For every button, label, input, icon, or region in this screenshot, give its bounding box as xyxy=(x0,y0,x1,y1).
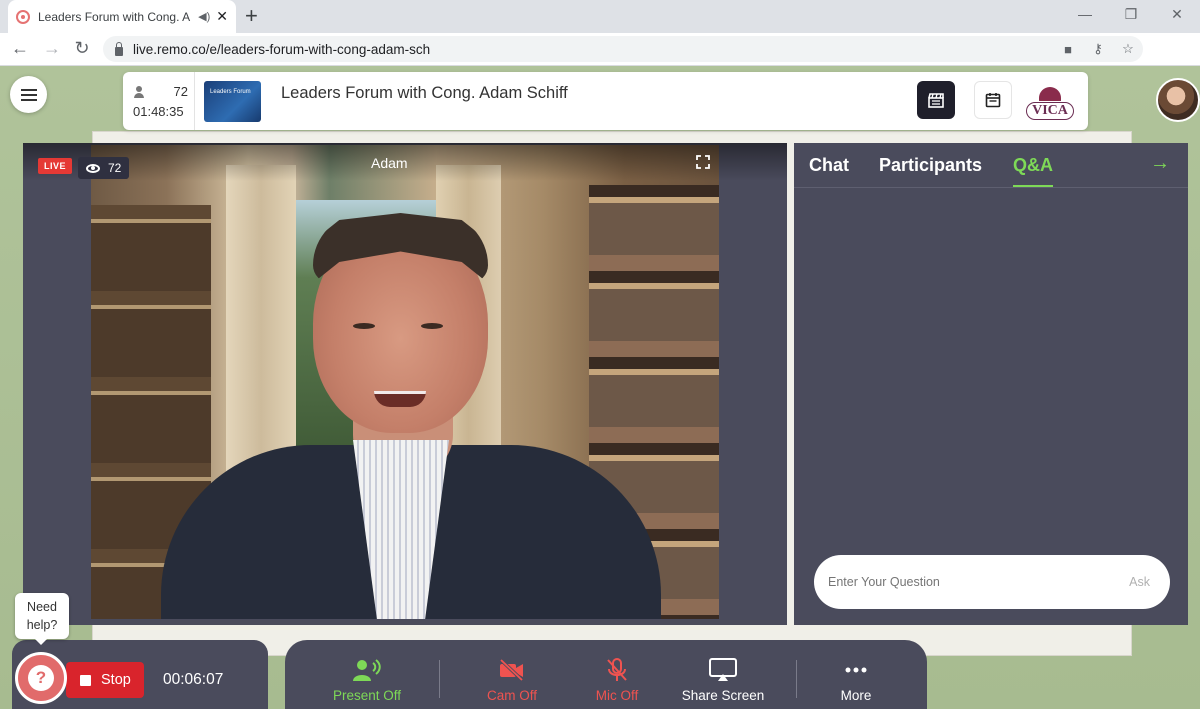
share-screen-icon xyxy=(709,658,737,681)
app-root: Leaders Forum with Cong. A ◀) ✕ + — ❐ ✕ … xyxy=(0,0,1200,709)
calendar-icon xyxy=(985,93,1001,108)
new-tab-button[interactable]: + xyxy=(245,4,258,28)
event-stats: 72 01:48:35 xyxy=(133,82,188,122)
panel-tabs: Chat Participants Q&A → xyxy=(794,143,1188,188)
share-screen-label: Share Screen xyxy=(681,688,765,703)
live-badge: LIVE xyxy=(38,158,73,174)
fullscreen-icon[interactable] xyxy=(696,155,710,169)
minimize-icon[interactable]: — xyxy=(1062,0,1108,30)
speaker-mouth xyxy=(374,391,426,407)
present-button[interactable]: Present Off xyxy=(312,654,422,703)
event-header: 72 01:48:35 Leaders Forum Leaders Forum … xyxy=(123,72,1088,130)
tab-title: Leaders Forum with Cong. A xyxy=(38,9,191,24)
clapperboard-icon xyxy=(928,93,944,108)
stop-button[interactable]: Stop xyxy=(66,662,144,698)
mic-button[interactable]: Mic Off xyxy=(562,654,672,703)
attendees-icon xyxy=(133,85,145,99)
help-button[interactable]: ? xyxy=(15,652,67,704)
more-label: More xyxy=(840,688,872,703)
recording-timer: 00:06:07 xyxy=(163,671,224,688)
side-panel: Chat Participants Q&A → Ask xyxy=(794,143,1188,625)
audio-playing-icon[interactable]: ◀) xyxy=(198,10,210,23)
toolbar-divider xyxy=(439,660,440,698)
present-icon xyxy=(353,659,381,681)
more-icon xyxy=(845,667,867,673)
address-bar[interactable]: live.remo.co/e/leaders-forum-with-cong-a… xyxy=(103,36,1143,62)
viewer-count-badge: 72 xyxy=(78,157,130,179)
ask-button[interactable]: Ask xyxy=(1129,575,1150,589)
window-controls: — ❐ ✕ xyxy=(1062,0,1200,30)
key-icon[interactable]: ⚷ xyxy=(1083,41,1113,57)
tab-participants[interactable]: Participants xyxy=(879,155,982,176)
stop-label: Stop xyxy=(101,672,131,688)
reload-icon[interactable]: ↻ xyxy=(70,38,94,59)
question-input[interactable] xyxy=(828,575,1130,589)
event-title: Leaders Forum with Cong. Adam Schiff xyxy=(281,84,568,102)
close-window-icon[interactable]: ✕ xyxy=(1154,0,1200,30)
clapperboard-button[interactable] xyxy=(917,81,955,119)
capitol-dome-icon xyxy=(1039,87,1061,101)
speaker-eye-left xyxy=(353,323,375,329)
camera-label: Cam Off xyxy=(486,688,537,703)
help-question-icon: ? xyxy=(28,665,54,691)
camera-off-icon xyxy=(499,658,524,682)
calendar-button[interactable] xyxy=(974,81,1012,119)
stop-square-icon xyxy=(80,674,91,686)
remo-favicon-icon xyxy=(16,9,30,24)
lock-icon xyxy=(115,41,123,56)
speaker-eye-right xyxy=(421,323,443,329)
mic-off-icon xyxy=(607,658,627,681)
mic-label: Mic Off xyxy=(595,688,639,703)
elapsed-time: 01:48:35 xyxy=(133,104,184,119)
sponsor-logo: VICA xyxy=(1026,82,1074,120)
bookmark-star-icon[interactable]: ☆ xyxy=(1113,41,1143,57)
eye-icon xyxy=(86,163,100,173)
header-divider xyxy=(194,72,195,130)
hamburger-menu-button[interactable] xyxy=(10,76,47,113)
video-stage: LIVE 72 Adam xyxy=(23,143,787,625)
collapse-panel-arrow-icon[interactable]: → xyxy=(1150,152,1170,175)
question-input-box: Ask xyxy=(814,555,1170,609)
browser-toolbar: ← → ↻ live.remo.co/e/leaders-forum-with-… xyxy=(0,33,1200,95)
attendee-count: 72 xyxy=(173,84,188,99)
restore-icon[interactable]: ❐ xyxy=(1108,0,1154,30)
forward-arrow-icon[interactable]: → xyxy=(40,38,64,59)
speaker-name: Adam xyxy=(371,155,408,171)
browser-tab-bar: Leaders Forum with Cong. A ◀) ✕ + — ❐ ✕ xyxy=(0,0,1200,33)
share-screen-button[interactable]: Share Screen xyxy=(668,654,778,703)
viewer-count: 72 xyxy=(108,161,122,175)
sponsor-logo-text: VICA xyxy=(1026,102,1074,120)
event-logo-text: Leaders Forum xyxy=(210,89,251,95)
close-tab-icon[interactable]: ✕ xyxy=(216,8,228,25)
back-arrow-icon[interactable]: ← xyxy=(8,38,32,59)
url-text: live.remo.co/e/leaders-forum-with-cong-a… xyxy=(133,41,431,57)
present-label: Present Off xyxy=(332,688,402,703)
tab-qa[interactable]: Q&A xyxy=(1013,155,1053,187)
bottom-toolbar: Present Off Cam Off Mic Off Share Screen xyxy=(285,640,927,709)
tab-chat[interactable]: Chat xyxy=(809,155,849,176)
help-tooltip: Need help? xyxy=(15,593,69,645)
browser-tab[interactable]: Leaders Forum with Cong. A ◀) ✕ xyxy=(8,0,236,33)
event-logo: Leaders Forum xyxy=(204,81,261,122)
speaker-video xyxy=(91,145,719,619)
more-button[interactable]: More xyxy=(801,654,911,703)
camera-in-use-icon[interactable]: ■ xyxy=(1053,42,1083,57)
user-avatar[interactable] xyxy=(1156,78,1200,122)
toolbar-divider xyxy=(796,660,797,698)
camera-button[interactable]: Cam Off xyxy=(457,654,567,703)
